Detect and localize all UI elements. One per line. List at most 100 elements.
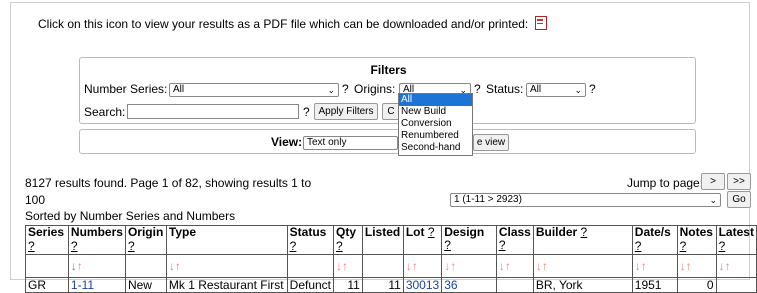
- arrow-up-icon[interactable]: ↑: [686, 259, 692, 273]
- sort-cell[interactable]: ↓↑: [67, 254, 126, 278]
- col-dates[interactable]: Date/s?: [631, 225, 678, 255]
- col-lot[interactable]: Lot ?: [402, 225, 443, 255]
- jump-label: Jump to page:: [627, 176, 704, 190]
- sort-cell[interactable]: ↓↑: [631, 254, 678, 278]
- help-link[interactable]: ?: [680, 239, 687, 253]
- help-link[interactable]: ?: [581, 225, 588, 239]
- help-link[interactable]: ?: [336, 239, 343, 253]
- page-select[interactable]: 1 (1-11 > 2923) ⌄: [450, 193, 721, 207]
- help-link[interactable]: ?: [28, 239, 35, 253]
- col-status[interactable]: Status?: [286, 225, 335, 255]
- help-link[interactable]: ?: [444, 238, 451, 252]
- cell-listed: 11: [361, 277, 404, 293]
- header-type: Type: [168, 225, 197, 239]
- header-builder: Builder: [535, 225, 578, 239]
- origins-option-conversion[interactable]: Conversion: [399, 118, 472, 130]
- filters-panel: Filters Number Series: All ⌄ ? Origins: A…: [79, 57, 696, 124]
- cell-series: GR: [25, 277, 69, 293]
- sort-cell[interactable]: ↓↑: [165, 254, 288, 278]
- number-series-select[interactable]: All ⌄: [169, 83, 339, 97]
- origins-option-renumbered[interactable]: Renumbered: [399, 130, 472, 142]
- number-series-help[interactable]: ?: [342, 82, 349, 96]
- help-link[interactable]: ?: [128, 239, 135, 253]
- help-link[interactable]: ?: [290, 239, 297, 253]
- sort-cell: [124, 254, 167, 278]
- arrow-up-icon[interactable]: ↑: [412, 259, 418, 273]
- cell-dates: 1951: [631, 277, 678, 293]
- status-help[interactable]: ?: [589, 82, 596, 96]
- arrow-up-icon[interactable]: ↑: [77, 259, 83, 273]
- col-design[interactable]: Design ?: [441, 225, 497, 255]
- col-series[interactable]: Series?: [25, 225, 69, 255]
- col-type[interactable]: Type: [165, 225, 288, 255]
- pdf-icon[interactable]: [534, 16, 547, 30]
- arrow-up-icon[interactable]: ↑: [641, 259, 647, 273]
- col-origin[interactable]: Origin?: [124, 225, 167, 255]
- origins-help[interactable]: ?: [474, 82, 481, 96]
- col-listed[interactable]: Listed: [361, 225, 404, 255]
- sort-cell[interactable]: ↓↑: [495, 254, 534, 278]
- help-link[interactable]: ?: [635, 239, 642, 253]
- change-view-button[interactable]: e view: [473, 134, 509, 151]
- search-help[interactable]: ?: [303, 105, 310, 119]
- sort-cell[interactable]: ↓↑: [333, 254, 363, 278]
- last-page-button[interactable]: >>: [727, 173, 751, 190]
- sort-cell[interactable]: ↓↑: [402, 254, 443, 278]
- header-latest: Latest: [718, 225, 754, 239]
- arrow-up-icon[interactable]: ↑: [175, 259, 181, 273]
- arrow-up-icon[interactable]: ↑: [342, 259, 348, 273]
- help-link[interactable]: ?: [71, 239, 78, 253]
- arrow-up-icon[interactable]: ↑: [542, 259, 548, 273]
- header-design: Design: [444, 225, 485, 239]
- view-select[interactable]: Text only: [303, 136, 398, 150]
- col-builder[interactable]: Builder ?: [532, 225, 633, 255]
- col-numbers[interactable]: Numbers?: [67, 225, 126, 255]
- header-qty: Qty: [336, 225, 357, 239]
- help-link[interactable]: ?: [428, 225, 435, 239]
- chevron-down-icon: ⌄: [574, 85, 582, 95]
- header-class: Class: [498, 225, 531, 239]
- sort-cell[interactable]: ↓↑: [532, 254, 633, 278]
- cell-status: Defunct: [286, 277, 335, 293]
- sort-cell[interactable]: ↓↑: [441, 254, 497, 278]
- search-input[interactable]: [127, 104, 299, 119]
- col-class[interactable]: Class ?: [495, 225, 534, 255]
- pdf-instructions: Click on this icon to view your results …: [38, 16, 547, 31]
- results-table: Series? Numbers? Origin? Type Status? Qt…: [25, 225, 757, 293]
- arrow-up-icon[interactable]: ↑: [505, 259, 511, 273]
- help-link[interactable]: ?: [499, 238, 506, 252]
- header-status: Status: [289, 225, 327, 239]
- sort-cell[interactable]: ↓↑: [715, 254, 757, 278]
- cell-lot[interactable]: 30013: [402, 277, 443, 293]
- cell-builder: BR, York: [532, 277, 633, 293]
- sort-description: Sorted by Number Series and Numbers: [25, 209, 236, 223]
- cell-design[interactable]: 36: [441, 277, 497, 293]
- cell-latest: [715, 277, 757, 293]
- origins-label: Origins:: [354, 82, 396, 96]
- col-notes[interactable]: Notes?: [676, 225, 717, 255]
- number-series-value: All: [173, 84, 185, 95]
- status-select[interactable]: All ⌄: [526, 83, 586, 97]
- filters-title: Filters: [370, 63, 407, 77]
- table-header-row: Series? Numbers? Origin? Type Status? Qt…: [25, 225, 757, 255]
- origins-option-new-build[interactable]: New Build: [399, 106, 472, 118]
- sort-cell: [361, 254, 404, 278]
- view-value: Text only: [307, 137, 347, 148]
- apply-filters-button[interactable]: Apply Filters: [314, 103, 378, 120]
- origins-option-all[interactable]: All: [399, 94, 472, 106]
- next-page-button[interactable]: >: [701, 173, 725, 190]
- origins-dropdown-list[interactable]: All New Build Conversion Renumbered Seco…: [398, 93, 473, 156]
- arrow-up-icon[interactable]: ↑: [450, 259, 456, 273]
- sort-cell[interactable]: ↓↑: [676, 254, 717, 278]
- chevron-down-icon: ⌄: [327, 85, 335, 95]
- origins-option-second-hand[interactable]: Second-hand: [399, 142, 472, 154]
- go-button[interactable]: Go: [727, 191, 751, 208]
- cell-origin: New: [124, 277, 167, 293]
- help-link[interactable]: ?: [719, 239, 726, 253]
- header-series: Series: [28, 225, 65, 239]
- page-select-value: 1 (1-11 > 2923): [454, 194, 522, 205]
- cell-numbers[interactable]: 1-11: [67, 277, 126, 293]
- arrow-up-icon[interactable]: ↑: [725, 259, 731, 273]
- col-latest[interactable]: Latest?: [715, 225, 757, 255]
- col-qty[interactable]: Qty?: [333, 225, 363, 255]
